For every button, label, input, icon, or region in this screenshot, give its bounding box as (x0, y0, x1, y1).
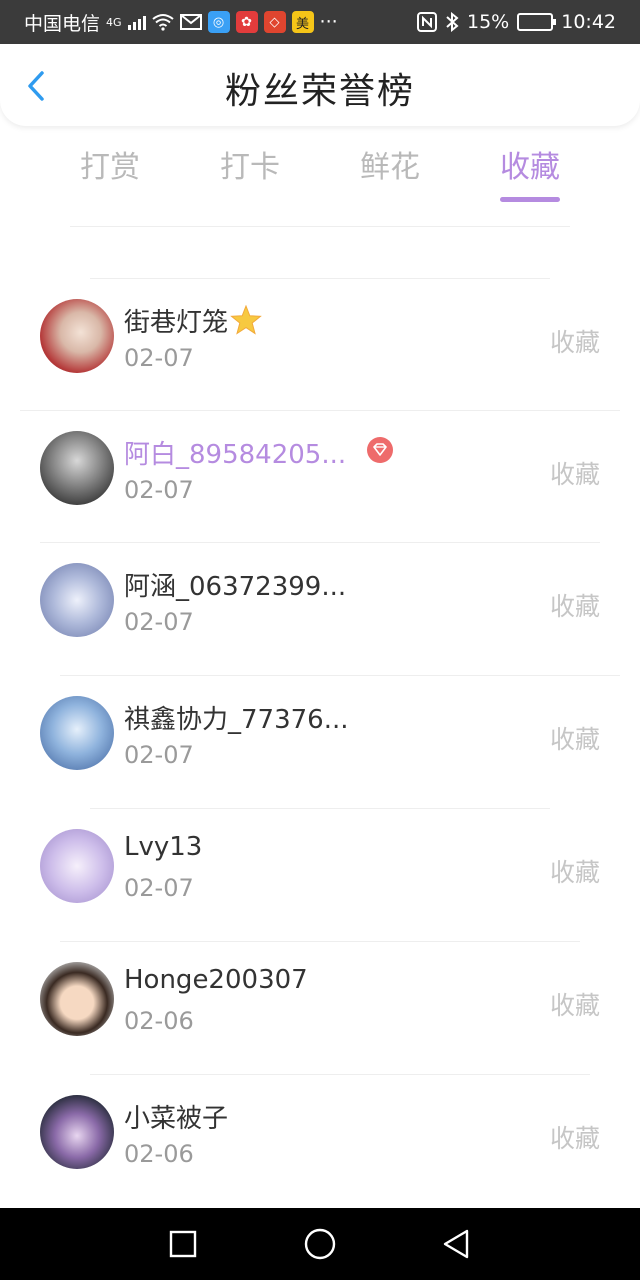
status-bar: 中国电信 4G ◎ ✿ ◇ 美 ··· 15% 10:42 (0, 0, 640, 44)
favorite-label: 收藏 (549, 592, 600, 621)
carrier-label: 中国电信 (24, 12, 101, 35)
qq-browser-icon: ◎ (207, 11, 230, 33)
list-item[interactable]: 阿涵_06372399... 02-07 收藏 (0, 542, 640, 674)
recents-button[interactable] (165, 1226, 201, 1262)
wifi-icon (151, 14, 174, 31)
divider (90, 278, 550, 279)
avatar (40, 431, 114, 505)
avatar (40, 696, 114, 770)
list-item[interactable]: Lvy13 02-07 收藏 (0, 808, 640, 940)
square-icon (169, 1230, 197, 1258)
favorite-label: 收藏 (549, 858, 600, 887)
item-date: 02-07 (124, 344, 194, 372)
divider (70, 226, 570, 227)
divider (20, 410, 620, 411)
tab-favorites[interactable]: 收藏 (480, 140, 580, 206)
header: 粉丝荣誉榜 (0, 44, 640, 126)
item-date: 02-06 (124, 1007, 194, 1035)
item-name: Lvy13 (124, 832, 203, 862)
triangle-back-icon (443, 1229, 469, 1259)
divider (60, 675, 620, 676)
mail-icon (179, 14, 202, 30)
favorite-label: 收藏 (549, 460, 600, 489)
tab-flowers[interactable]: 鲜花 (340, 140, 440, 206)
item-name: 阿涵_06372399... (124, 572, 347, 602)
page-title: 粉丝荣誉榜 (224, 71, 415, 112)
list-item[interactable]: 祺鑫协力_77376... 02-07 收藏 (0, 675, 640, 807)
divider (90, 808, 550, 809)
network-type: 4G (106, 15, 122, 29)
gift-app-icon: ✿ (235, 11, 258, 33)
battery-percent: 15% (467, 11, 510, 33)
favorite-label: 收藏 (549, 725, 600, 754)
avatar (40, 962, 114, 1036)
bluetooth-icon (446, 12, 459, 32)
tab-bar: 打赏 打卡 鲜花 收藏 (0, 140, 640, 210)
battery-icon (517, 13, 557, 31)
item-name: 街巷灯笼 (124, 302, 262, 339)
fan-list[interactable]: 02-07 街巷灯笼 02-07 收藏 阿白_89584205... 02-07… (0, 210, 640, 1208)
meituan-icon: 美 (291, 11, 314, 33)
tab-tip[interactable]: 打赏 (60, 140, 160, 206)
divider (60, 941, 580, 942)
tab-label: 打卡 (220, 150, 280, 185)
pinduoduo-icon: ◇ (263, 11, 286, 33)
list-item[interactable]: Honge200307 02-06 收藏 (0, 941, 640, 1073)
avatar (40, 1095, 114, 1169)
divider (90, 1074, 590, 1075)
avatar (40, 299, 114, 373)
clock: 10:42 (561, 11, 616, 33)
tab-label: 打赏 (80, 150, 140, 185)
star-icon (230, 305, 262, 335)
list-item[interactable]: 小菜被子 02-06 收藏 (0, 1074, 640, 1206)
active-tab-indicator (500, 197, 560, 202)
item-name: 阿白_89584205... (124, 440, 347, 470)
avatar (40, 829, 114, 903)
favorite-label: 收藏 (549, 1124, 600, 1153)
item-name: Honge200307 (124, 965, 308, 995)
item-name-text: 街巷灯笼 (124, 308, 229, 338)
tab-label: 收藏 (500, 150, 560, 185)
circle-icon (304, 1228, 336, 1260)
item-date: 02-07 (124, 476, 194, 504)
item-date: 02-07 (124, 608, 194, 636)
favorite-label: 收藏 (549, 328, 600, 357)
tab-label: 鲜花 (360, 150, 420, 185)
vip-gem-icon (367, 437, 393, 463)
list-item[interactable]: 街巷灯笼 02-07 收藏 (0, 278, 640, 410)
item-date: 02-06 (124, 1140, 194, 1168)
item-date: 02-07 (124, 741, 194, 769)
signal-icon (127, 14, 146, 30)
divider (40, 542, 600, 543)
list-item[interactable]: 阿白_89584205... 02-07 收藏 (0, 410, 640, 542)
list-item[interactable]: 02-07 (0, 210, 640, 237)
back-nav-button[interactable] (438, 1226, 474, 1262)
more-notifications-icon: ··· (319, 11, 338, 33)
navigation-bar (0, 1208, 640, 1280)
tab-checkin[interactable]: 打卡 (200, 140, 300, 206)
item-name: 祺鑫协力_77376... (124, 705, 349, 735)
item-date: 02-07 (124, 874, 194, 902)
favorite-label: 收藏 (549, 991, 600, 1020)
home-button[interactable] (302, 1226, 338, 1262)
avatar (40, 563, 114, 637)
nfc-icon (417, 12, 437, 32)
item-name: 小菜被子 (124, 1104, 229, 1134)
